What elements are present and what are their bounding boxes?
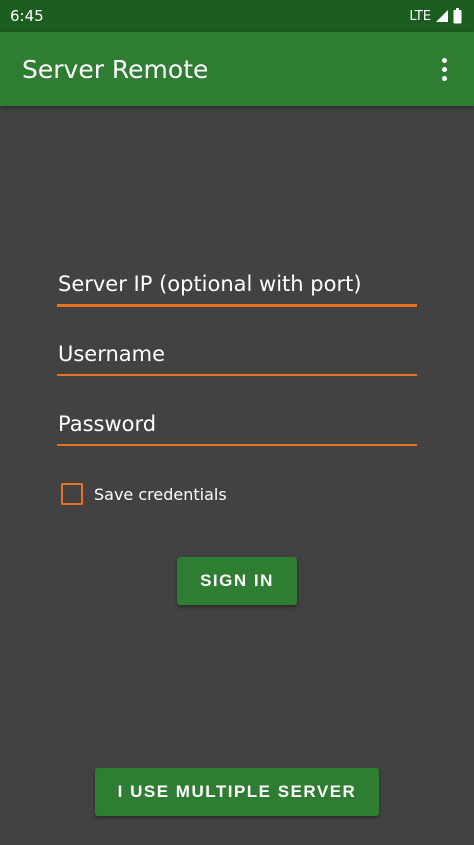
status-icons: LTE — [409, 8, 462, 24]
server-ip-input[interactable] — [57, 264, 417, 304]
status-bar: 6:45 LTE — [0, 0, 474, 32]
username-input[interactable] — [57, 334, 417, 374]
menu-dot — [441, 57, 447, 63]
menu-dot — [441, 66, 447, 72]
app-bar: Server Remote — [0, 32, 474, 106]
server-ip-underline — [57, 304, 417, 307]
status-time: 6:45 — [10, 7, 44, 25]
save-credentials-checkbox[interactable]: Save credentials — [61, 483, 227, 505]
app-screen: 6:45 LTE Server Remote Save c — [0, 0, 474, 845]
signal-icon — [435, 9, 449, 23]
username-underline — [57, 374, 417, 376]
overflow-menu-icon[interactable] — [430, 49, 458, 89]
password-underline — [57, 444, 417, 446]
password-input[interactable] — [57, 404, 417, 444]
save-credentials-label: Save credentials — [94, 484, 227, 504]
menu-dot — [441, 75, 447, 81]
server-ip-field — [57, 264, 417, 312]
network-type-label: LTE — [409, 8, 431, 24]
battery-icon — [453, 8, 462, 24]
multiple-server-button[interactable]: I USE MULTIPLE SERVER — [95, 768, 379, 816]
checkbox-box[interactable] — [61, 483, 83, 505]
sign-in-button[interactable]: SIGN IN — [177, 557, 297, 605]
username-field — [57, 334, 417, 382]
password-field — [57, 404, 417, 452]
app-title: Server Remote — [22, 54, 209, 84]
